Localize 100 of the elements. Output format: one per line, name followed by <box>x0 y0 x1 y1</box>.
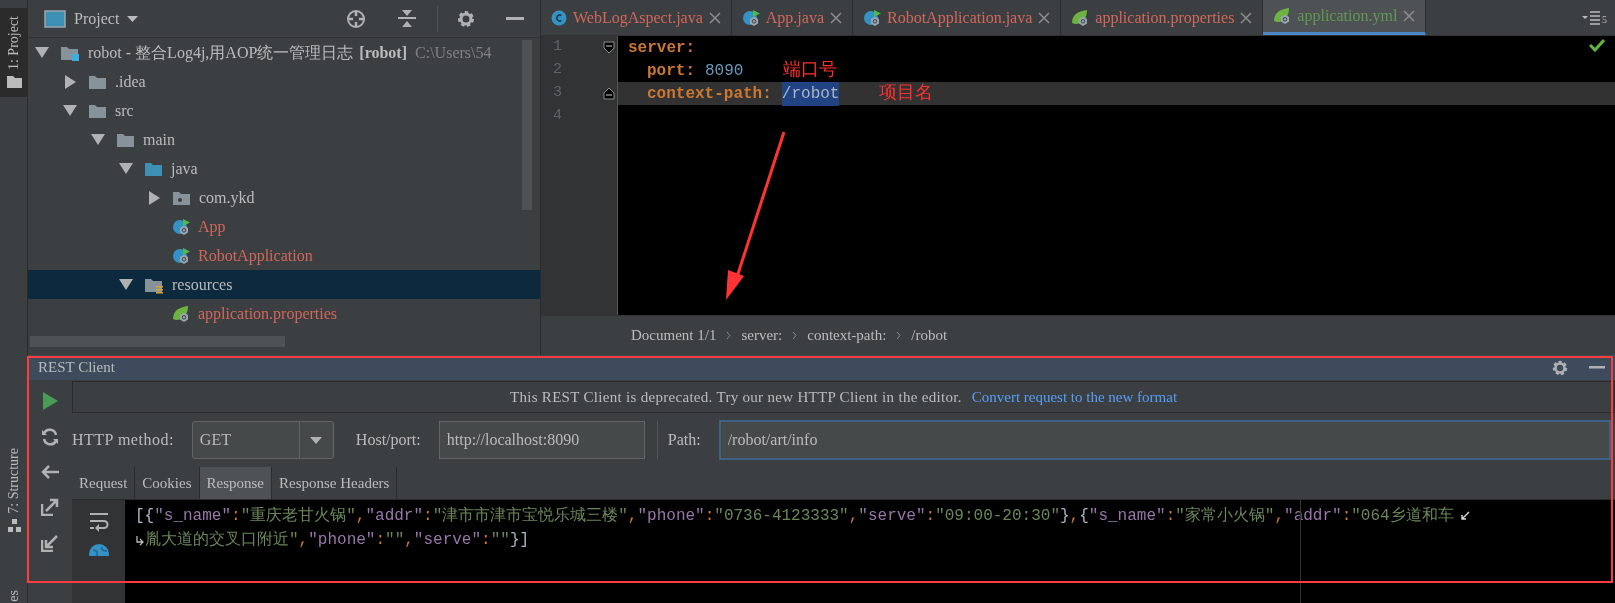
tree-item[interactable]: java <box>28 154 540 183</box>
export-icon[interactable] <box>41 498 59 516</box>
spring-leaf-icon <box>1273 7 1292 25</box>
breadcrumb-item[interactable]: server: <box>741 324 783 347</box>
close-icon[interactable] <box>708 11 721 24</box>
breadcrumb-item[interactable]: Document 1/1 <box>631 324 717 347</box>
project-view-icon <box>44 9 66 28</box>
settings-icon[interactable] <box>456 8 476 29</box>
convert-link[interactable]: Convert request to the new format <box>971 385 1178 409</box>
response-text: [{"s_name":"重庆老甘火锅","addr":"津市市津市宝悦乐城三楼","phone":"0736-4123333","serve":"09:00-20:30"},{"s_name":"家常小火锅","addr":"064乡道和车 <box>135 505 1454 527</box>
close-icon[interactable] <box>1240 11 1253 24</box>
editor-tab[interactable]: RobotApplication.java <box>853 0 1062 35</box>
settings-icon[interactable] <box>1551 358 1569 377</box>
chevron-icon <box>792 331 798 340</box>
folder-icon <box>5 74 23 90</box>
response-tab[interactable]: Response Headers <box>272 467 398 499</box>
yaml-key: port: <box>647 58 695 83</box>
tab-list-button[interactable]: 5 <box>1574 0 1615 35</box>
host-field[interactable]: http://localhost:8090 <box>438 421 645 459</box>
yaml-key: context-path: <box>647 81 772 106</box>
yaml-value: /robot <box>781 81 840 106</box>
collapse-arrow-icon[interactable] <box>119 279 133 290</box>
breadcrumb-item[interactable]: /robot <box>911 324 948 347</box>
import-icon[interactable] <box>41 534 59 552</box>
locate-icon[interactable] <box>346 8 366 29</box>
close-icon[interactable] <box>830 11 842 24</box>
yaml-value: 8090 <box>705 60 744 82</box>
chevron-icon <box>896 331 902 340</box>
collapse-all-icon[interactable] <box>396 9 418 28</box>
dropdown-caret-icon[interactable] <box>127 15 139 22</box>
annotation-text: 端口号 <box>783 59 838 82</box>
response-text: 胤大道的交叉口附近","phone":"","serve":""}] <box>145 529 530 551</box>
globe-icon[interactable] <box>88 544 109 556</box>
tree-item-label: resources <box>172 274 233 295</box>
tool-window-tab[interactable]: es <box>0 582 28 603</box>
package-icon <box>172 189 191 206</box>
tree-item[interactable]: src <box>28 96 540 125</box>
editor-tab[interactable]: WebLogAspect.java <box>541 0 732 35</box>
tab-list-icon <box>1582 10 1600 25</box>
yaml-key: server: <box>628 35 696 60</box>
tree-item-label: application.properties <box>198 303 338 325</box>
tree-item[interactable]: App <box>28 212 540 241</box>
panel-title: Project <box>74 8 120 30</box>
panel-title: REST Client <box>38 358 115 378</box>
run-icon[interactable] <box>42 392 58 410</box>
breadcrumb-item[interactable]: context-path: <box>807 324 887 347</box>
wrap-continuation-icon <box>135 534 145 546</box>
fold-marker-icon[interactable] <box>603 41 615 54</box>
tree-item[interactable]: application.properties <box>28 299 540 328</box>
annotation-text: 项目名 <box>879 82 934 105</box>
tree-item-label: src <box>115 100 134 121</box>
back-arrow-icon[interactable] <box>41 464 59 480</box>
field-label: Host/port: <box>355 430 421 451</box>
spring-leaf-icon <box>1071 8 1090 27</box>
chevron-icon <box>726 331 732 340</box>
tree-item[interactable]: resources <box>28 270 540 299</box>
tree-item[interactable]: main <box>28 125 540 154</box>
collapse-arrow-icon[interactable] <box>35 47 49 58</box>
module-name: [robot] <box>359 42 408 63</box>
tree-item-label: RobotApplication <box>198 245 313 267</box>
response-tab[interactable]: Response <box>199 467 272 499</box>
spring-leaf-icon <box>172 304 190 323</box>
path-field[interactable]: /robot/art/info <box>718 420 1611 460</box>
response-tab[interactable]: Cookies <box>135 467 200 499</box>
tree-item[interactable]: com.ykd <box>28 183 540 212</box>
fold-marker-icon[interactable] <box>603 87 615 100</box>
response-tab[interactable]: Request <box>72 467 136 499</box>
method-dropdown[interactable]: GET <box>191 421 334 459</box>
expand-arrow-icon[interactable] <box>64 74 76 89</box>
refresh-icon[interactable] <box>41 428 59 446</box>
tree-item-label: .idea <box>115 71 146 92</box>
check-icon <box>1589 38 1605 52</box>
wrap-mark-icon <box>1459 511 1471 521</box>
tree-item-label: robot - 整合Log4j,用AOP统一管理日志 <box>88 42 354 64</box>
collapse-arrow-icon[interactable] <box>63 105 77 116</box>
tool-window-tab[interactable]: 1: Project <box>0 8 28 98</box>
collapse-arrow-icon[interactable] <box>91 134 105 145</box>
soft-wrap-icon[interactable] <box>88 512 109 532</box>
spring-boot-class-icon <box>172 217 190 236</box>
structure-icon <box>6 517 22 533</box>
folder-icon <box>116 131 135 148</box>
folder-icon <box>144 160 163 177</box>
tree-item-label: java <box>171 158 198 180</box>
tree-item[interactable]: robot - 整合Log4j,用AOP统一管理日志 [robot] C:\Users\54 <box>28 38 540 67</box>
tree-item[interactable]: RobotApplication <box>28 241 540 270</box>
tool-window-tab[interactable]: 7: Structure <box>0 440 28 541</box>
expand-arrow-icon[interactable] <box>148 190 160 205</box>
tree-item[interactable]: .idea <box>28 67 540 96</box>
field-label: HTTP method: <box>72 430 174 450</box>
tree-item-label: App <box>198 216 226 238</box>
dropdown-caret-icon <box>310 436 323 444</box>
spring-boot-class-icon <box>172 246 190 265</box>
spring-boot-class-icon <box>741 8 760 27</box>
folder-icon <box>88 102 107 119</box>
folder-icon <box>88 73 107 90</box>
spring-boot-class-icon <box>863 8 881 27</box>
module-path: C:\Users\54 <box>415 42 492 63</box>
editor-tab[interactable]: App.java <box>731 0 853 35</box>
collapse-arrow-icon[interactable] <box>119 163 133 174</box>
close-icon[interactable] <box>1038 11 1051 24</box>
